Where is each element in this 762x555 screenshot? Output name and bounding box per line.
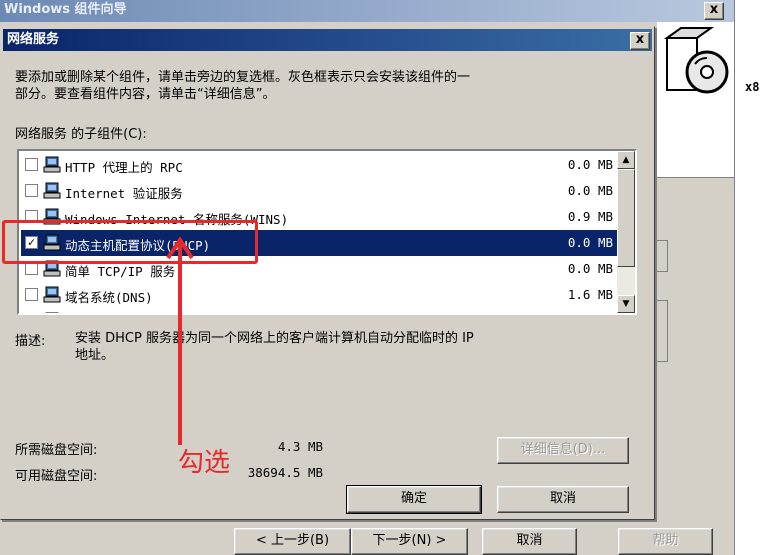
help-button[interactable]: 帮助 xyxy=(618,528,713,555)
scroll-up-button[interactable]: ▲ xyxy=(617,151,635,169)
disk-available-value: 38694.5 MB xyxy=(247,465,323,480)
wizard-side-text: x8 xyxy=(745,80,760,94)
wizard-right-panel: x8 xyxy=(734,0,762,555)
dialog-title: 网络服务 xyxy=(7,32,60,47)
details-button[interactable]: 详细信息(D)... xyxy=(497,437,629,464)
annotation-label: 勾选 xyxy=(178,448,231,478)
component-row[interactable]: HTTP 代理上的 RPC 0.0 MB xyxy=(21,152,617,178)
instruction-line-2: 部分。要查看组件内容，请单击“详细信息”。 xyxy=(15,87,276,102)
highlight-box xyxy=(2,220,258,264)
component-label: Internet 验证服务 xyxy=(65,186,183,201)
component-checkbox[interactable] xyxy=(25,184,38,197)
back-button[interactable]: < 上一步(B) xyxy=(234,528,351,555)
description-line-2: 地址。 xyxy=(75,348,115,363)
dialog-title-bar: 网络服务 xyxy=(3,29,652,51)
disk-available-label: 可用磁盘空间: xyxy=(15,469,98,484)
component-checkbox[interactable] xyxy=(25,314,38,315)
instruction-line-1: 要添加或删除某个组件，请单击旁边的复选框。灰色框表示只会安装该组件的一 xyxy=(15,70,471,85)
subcomponents-label: 网络服务 的子组件(C): xyxy=(15,127,147,142)
description-line-1: 安装 DHCP 服务器为同一个网络上的客户端计算机自动分配临时的 IP xyxy=(75,331,474,346)
component-size: 0.0 MB xyxy=(567,235,613,250)
wizard-header-banner xyxy=(657,22,734,103)
network-computer-icon xyxy=(43,182,61,199)
component-checkbox[interactable] xyxy=(25,288,38,301)
arrow-down-icon: ▼ xyxy=(622,299,630,309)
component-row[interactable]: 域名系统(DNS) 1.6 MB xyxy=(21,282,617,308)
network-services-dialog: 网络服务 x 要添加或删除某个组件，请单击旁边的复选框。灰色框表示只会安装该组件… xyxy=(0,26,655,520)
ok-button[interactable]: 确定 xyxy=(346,485,482,514)
network-computer-icon xyxy=(45,312,59,313)
disk-required-value: 4.3 MB xyxy=(277,439,323,454)
dialog-close-button[interactable]: x xyxy=(630,32,650,50)
scroll-down-button[interactable]: ▼ xyxy=(617,295,635,313)
wizard-content-area xyxy=(657,102,734,177)
component-size: 1.6 MB xyxy=(567,287,613,302)
component-row[interactable]: Internet 验证服务 0.0 MB xyxy=(21,178,617,204)
close-icon: x xyxy=(709,2,719,17)
component-row[interactable]: 远程访问隔离服务 xyxy=(21,308,617,315)
component-checkbox[interactable] xyxy=(25,158,38,171)
scroll-thumb[interactable] xyxy=(617,169,635,267)
wizard-frame-edge-2 xyxy=(655,300,668,362)
close-icon: x xyxy=(635,32,645,47)
network-computer-icon xyxy=(43,156,61,173)
wizard-title-bar: Windows 组件向导 xyxy=(0,0,734,22)
wizard-divider xyxy=(657,177,734,178)
component-size: 0.0 MB xyxy=(567,157,613,172)
component-label: 远程访问隔离服务 xyxy=(65,313,165,315)
list-scrollbar[interactable]: ▲ ▼ xyxy=(617,151,635,313)
component-label: HTTP 代理上的 RPC xyxy=(65,160,183,175)
network-computer-icon xyxy=(43,286,61,303)
wizard-close-button[interactable]: x xyxy=(704,2,724,20)
component-label: 域名系统(DNS) xyxy=(65,290,153,305)
description-label: 描述: xyxy=(15,334,46,349)
instructions: 要添加或删除某个组件，请单击旁边的复选框。灰色框表示只会安装该组件的一 部分。要… xyxy=(15,69,645,103)
dialog-cancel-button[interactable]: 取消 xyxy=(497,486,629,513)
component-size: 0.0 MB xyxy=(567,183,613,198)
wizard-frame-edge xyxy=(655,240,668,272)
wizard-title: Windows 组件向导 xyxy=(4,2,127,17)
arrow-up-icon: ▲ xyxy=(622,155,630,165)
wizard-cancel-button[interactable]: 取消 xyxy=(482,528,577,555)
component-size: 0.9 MB xyxy=(567,209,613,224)
description-text: 安装 DHCP 服务器为同一个网络上的客户端计算机自动分配临时的 IP 地址。 xyxy=(75,330,474,364)
next-button[interactable]: 下一步(N) > xyxy=(351,528,468,555)
disk-required-label: 所需磁盘空间: xyxy=(15,443,98,458)
cd-box-icon xyxy=(663,27,729,94)
annotation-arrow-icon xyxy=(166,236,194,445)
component-size: 0.0 MB xyxy=(567,261,613,276)
